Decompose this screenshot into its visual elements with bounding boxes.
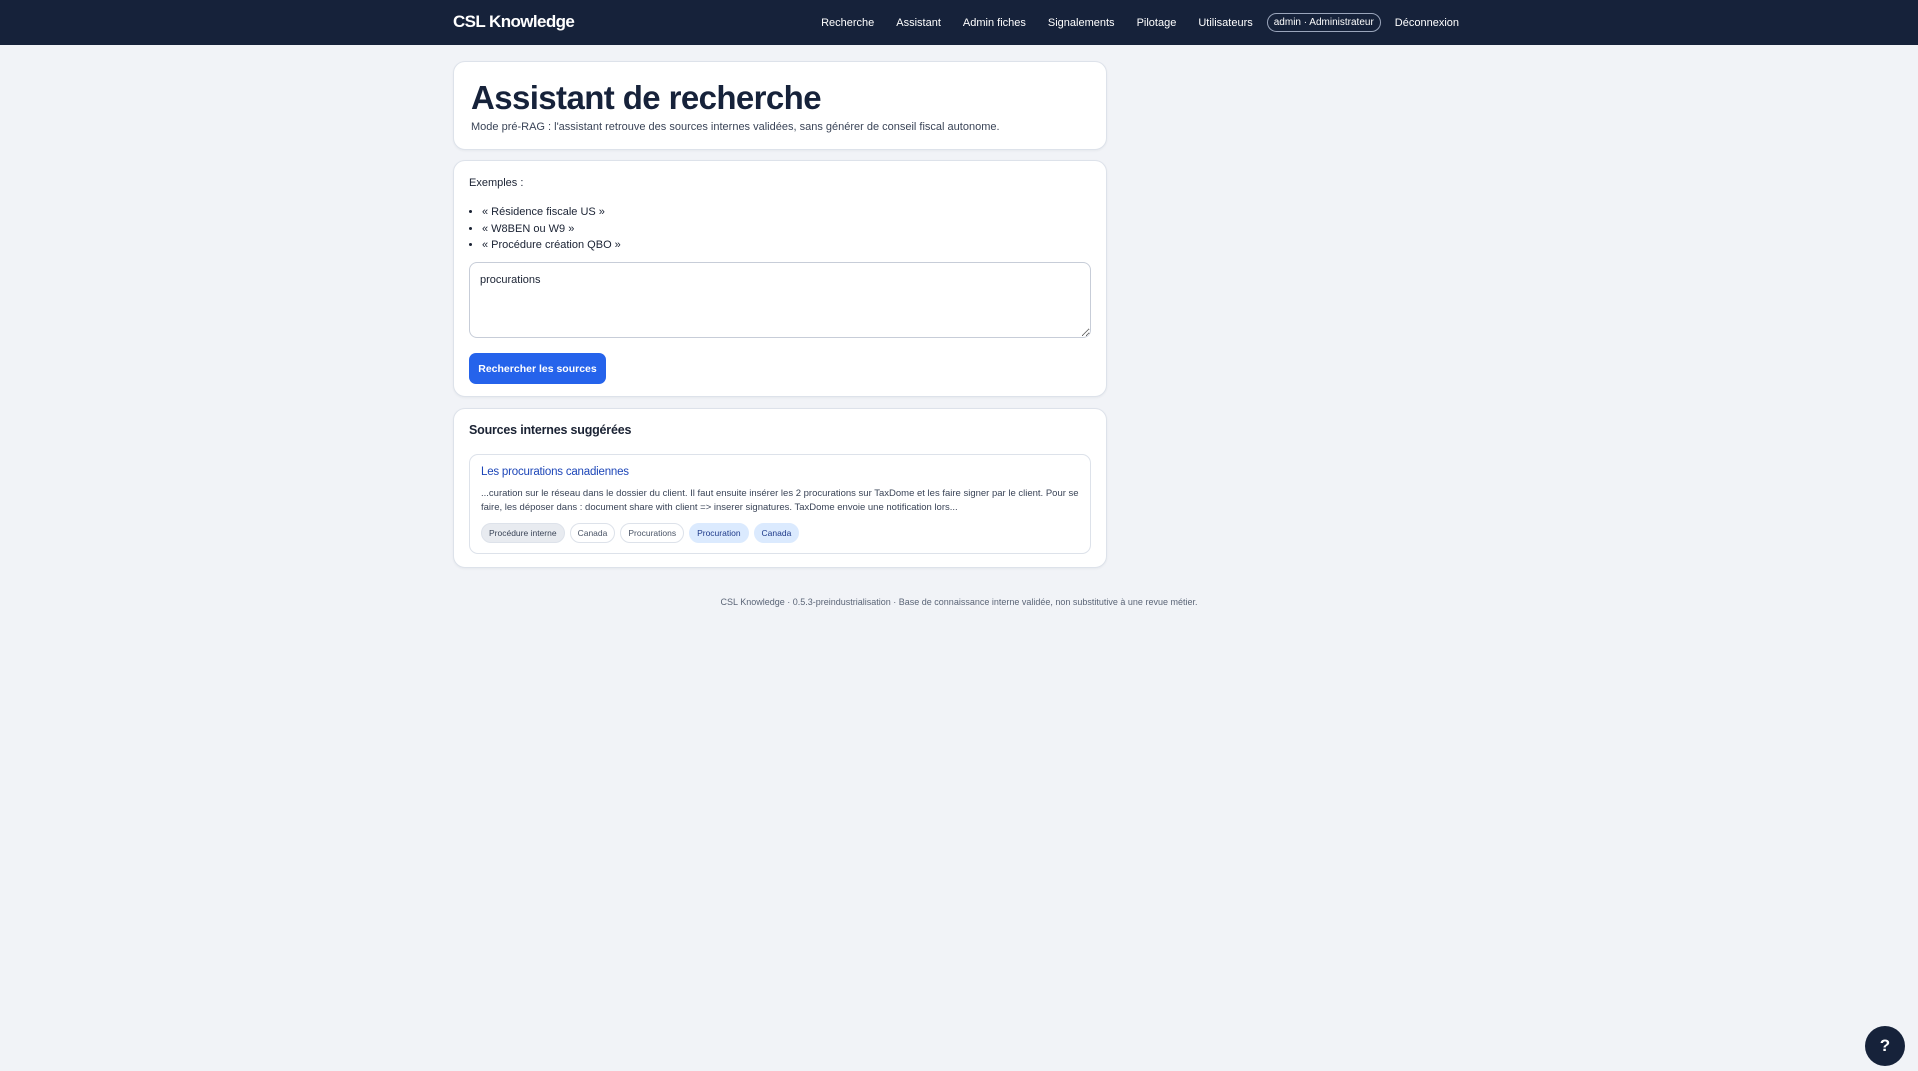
result-title-link[interactable]: Les procurations canadiennes <box>481 466 629 478</box>
logout-link[interactable]: Déconnexion <box>1395 17 1459 29</box>
page-header-card: Assistant de recherche Mode pré-RAG : l'… <box>453 61 1107 150</box>
result-snippet: ...curation sur le réseau dans le dossie… <box>481 488 1079 513</box>
tag-keyword: Canada <box>753 523 800 543</box>
nav-assistant[interactable]: Assistant <box>896 17 941 29</box>
result-tags: Procédure interne Canada Procurations Pr… <box>481 523 800 543</box>
page-footer: CSL Knowledge · 0.5.3-preindustrialisati… <box>0 597 1918 607</box>
tag-country: Canada <box>569 523 616 543</box>
result-item: Les procurations canadiennes ...curation… <box>469 454 1091 554</box>
nav-utilisateurs[interactable]: Utilisateurs <box>1198 17 1252 29</box>
examples-label: Exemples : <box>469 177 524 189</box>
results-title: Sources internes suggérées <box>469 423 632 437</box>
footer-text: CSL Knowledge · 0.5.3-preindustrialisati… <box>720 597 1198 607</box>
user-role-badge: admin · Administrateur <box>1266 13 1381 32</box>
nav-recherche[interactable]: Recherche <box>821 17 874 29</box>
example-item[interactable]: « W8BEN ou W9 » <box>482 221 621 238</box>
examples-list: « Résidence fiscale US » « W8BEN ou W9 »… <box>482 204 621 254</box>
tag-keyword: Procuration <box>689 523 749 543</box>
query-textarea[interactable]: procurations <box>469 262 1091 338</box>
search-sources-button[interactable]: Rechercher les sources <box>469 353 606 384</box>
top-navigation-bar: CSL Knowledge Recherche Assistant Admin … <box>0 0 1918 45</box>
main-nav: Recherche Assistant Admin fiches Signale… <box>821 0 1459 45</box>
search-card: Exemples : « Résidence fiscale US » « W8… <box>453 160 1107 397</box>
help-button[interactable]: ? <box>1865 1026 1905 1066</box>
page-subtitle: Mode pré-RAG : l'assistant retrouve des … <box>471 121 1000 133</box>
page-title: Assistant de recherche <box>471 79 822 116</box>
brand-logo[interactable]: CSL Knowledge <box>453 12 575 32</box>
nav-admin-fiches[interactable]: Admin fiches <box>963 17 1026 29</box>
nav-pilotage[interactable]: Pilotage <box>1137 17 1177 29</box>
tag-category: Procurations <box>620 523 685 543</box>
results-card: Sources internes suggérées Les procurati… <box>453 408 1107 568</box>
tag-type: Procédure interne <box>481 523 565 543</box>
example-item[interactable]: « Procédure création QBO » <box>482 237 621 254</box>
nav-signalements[interactable]: Signalements <box>1048 17 1115 29</box>
example-item[interactable]: « Résidence fiscale US » <box>482 204 621 221</box>
